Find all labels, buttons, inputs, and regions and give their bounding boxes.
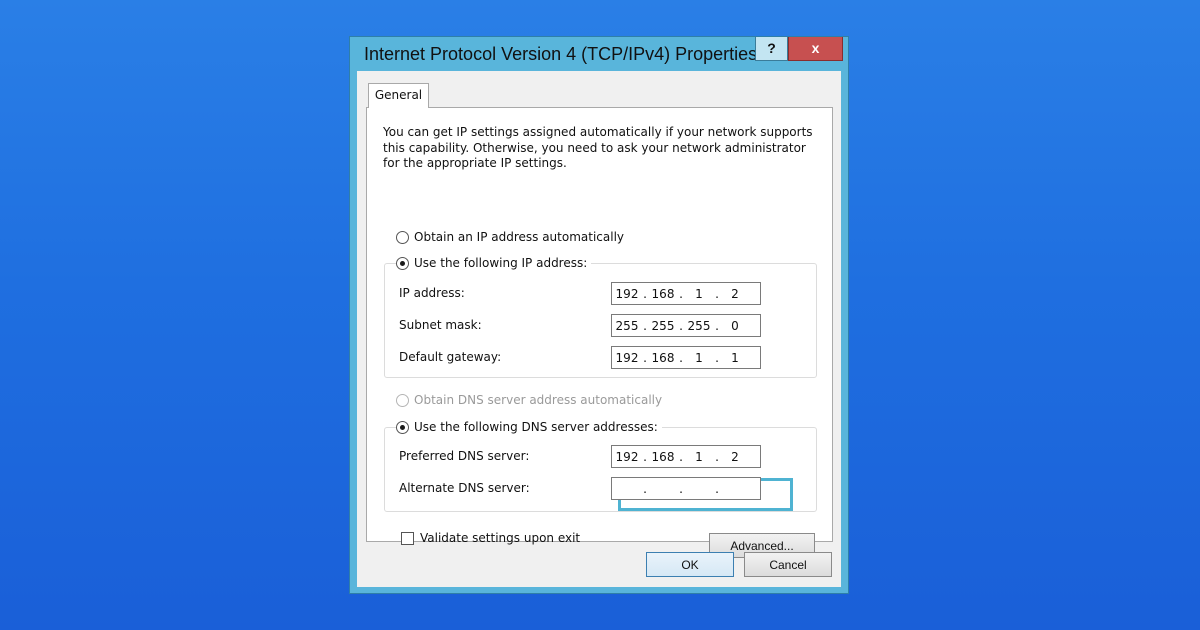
ip-octet: 1 xyxy=(731,350,739,365)
alternate-dns-input[interactable]: . . . xyxy=(611,477,761,500)
validate-settings-checkbox[interactable] xyxy=(401,531,414,545)
ip-octet: 192 xyxy=(615,350,639,365)
ip-octet: 192 xyxy=(615,449,639,464)
use-following-dns-option[interactable]: Use the following DNS server addresses: xyxy=(396,420,662,434)
validate-settings-option[interactable]: Validate settings upon exit xyxy=(401,531,580,545)
ip-octet: 168 xyxy=(651,449,675,464)
preferred-dns-label: Preferred DNS server: xyxy=(399,449,530,463)
dot-separator: . xyxy=(643,481,647,496)
use-following-ip-option[interactable]: Use the following IP address: xyxy=(396,256,592,270)
preferred-dns-input[interactable]: 192. 168. 1. 2 xyxy=(611,445,761,468)
ip-octet: 0 xyxy=(731,318,739,333)
title-bar[interactable]: Internet Protocol Version 4 (TCP/IPv4) P… xyxy=(350,37,848,71)
ip-octet: 255 xyxy=(615,318,639,333)
cancel-button[interactable]: Cancel xyxy=(744,552,832,577)
properties-dialog: Internet Protocol Version 4 (TCP/IPv4) P… xyxy=(349,36,849,594)
alternate-dns-label: Alternate DNS server: xyxy=(399,481,530,495)
ip-octet: 255 xyxy=(687,318,711,333)
use-following-ip-label: Use the following IP address: xyxy=(414,256,588,270)
ip-octet: 192 xyxy=(615,286,639,301)
dot-separator: . xyxy=(679,481,683,496)
ok-button[interactable]: OK xyxy=(646,552,734,577)
ip-octet: 2 xyxy=(731,286,739,301)
ip-octet: 1 xyxy=(695,449,703,464)
default-gateway-input[interactable]: 192. 168. 1. 1 xyxy=(611,346,761,369)
ip-octet: 168 xyxy=(651,286,675,301)
obtain-dns-auto-option: Obtain DNS server address automatically xyxy=(396,393,667,407)
use-following-dns-radio[interactable] xyxy=(396,420,409,434)
obtain-ip-auto-label: Obtain an IP address automatically xyxy=(414,230,625,244)
ip-address-input[interactable]: 192. 168. 1. 2 xyxy=(611,282,761,305)
obtain-dns-auto-label: Obtain DNS server address automatically xyxy=(414,393,663,407)
default-gateway-label: Default gateway: xyxy=(399,350,502,364)
obtain-ip-auto-option[interactable]: Obtain an IP address automatically xyxy=(396,230,629,244)
description-text: You can get IP settings assigned automat… xyxy=(383,125,813,170)
ip-octet: 2 xyxy=(731,449,739,464)
dialog-title: Internet Protocol Version 4 (TCP/IPv4) P… xyxy=(364,44,758,64)
validate-settings-label: Validate settings upon exit xyxy=(420,531,581,545)
obtain-dns-auto-radio xyxy=(396,393,409,407)
tab-general[interactable]: General xyxy=(368,83,429,108)
use-following-ip-radio[interactable] xyxy=(396,256,409,270)
subnet-mask-input[interactable]: 255. 255. 255. 0 xyxy=(611,314,761,337)
dialog-client-area: General You can get IP settings assigned… xyxy=(357,71,841,587)
ip-octet: 255 xyxy=(651,318,675,333)
ip-octet: 168 xyxy=(651,350,675,365)
use-following-dns-label: Use the following DNS server addresses: xyxy=(414,420,658,434)
general-tab-panel: You can get IP settings assigned automat… xyxy=(366,107,833,558)
subnet-mask-label: Subnet mask: xyxy=(399,318,482,332)
ip-address-label: IP address: xyxy=(399,286,465,300)
ip-octet: 1 xyxy=(695,350,703,365)
help-button[interactable]: ? xyxy=(755,37,788,61)
obtain-ip-auto-radio[interactable] xyxy=(396,230,409,244)
close-button[interactable]: x xyxy=(788,37,843,61)
dot-separator: . xyxy=(715,481,719,496)
ip-octet: 1 xyxy=(695,286,703,301)
